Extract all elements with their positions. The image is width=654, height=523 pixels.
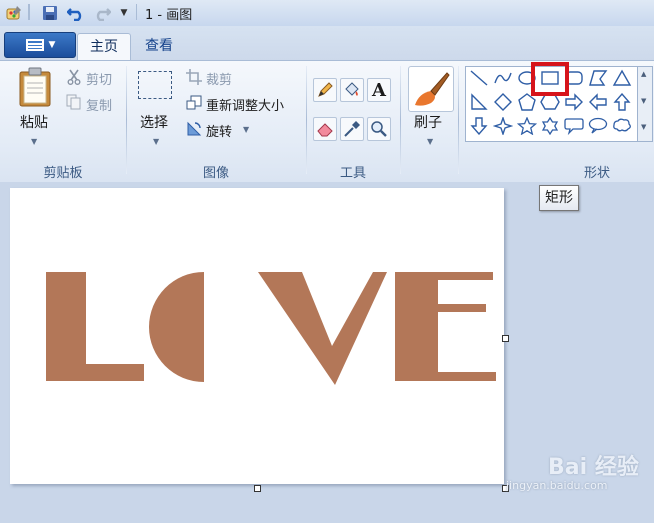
- clipboard-group-label: 剪贴板: [43, 166, 83, 181]
- group-divider: [306, 66, 307, 174]
- expand-gallery-icon[interactable]: ▼: [641, 123, 646, 131]
- rounded-callout-shape-icon[interactable]: [563, 116, 585, 136]
- save-icon[interactable]: [40, 4, 60, 22]
- shape-tooltip: 矩形: [539, 185, 579, 211]
- group-divider: [400, 66, 401, 174]
- triangle-shape-icon[interactable]: [611, 68, 633, 88]
- paste-button[interactable]: [18, 67, 52, 111]
- chevron-down-icon[interactable]: ▼: [31, 137, 37, 146]
- toolbar-divider: [28, 4, 30, 20]
- resize-button[interactable]: 重新调整大小: [206, 95, 284, 114]
- chevron-down-icon[interactable]: ▼: [153, 137, 159, 146]
- fill-bucket-icon[interactable]: [340, 78, 364, 102]
- customize-toolbar-icon[interactable]: ▼: [118, 4, 130, 22]
- cloud-callout-shape-icon[interactable]: [611, 116, 633, 136]
- curve-shape-icon[interactable]: [492, 68, 514, 88]
- watermark-brand: Bai 经验: [548, 455, 639, 480]
- group-divider: [458, 66, 459, 174]
- chevron-down-icon[interactable]: ▼: [243, 125, 249, 134]
- rectangle-highlight-box: [531, 62, 569, 96]
- right-triangle-shape-icon[interactable]: [468, 92, 490, 112]
- cut-button[interactable]: 剪切: [86, 69, 112, 88]
- rotate-button[interactable]: 旋转: [206, 121, 232, 140]
- window-title: 1 - 画图: [145, 8, 193, 23]
- letter-l: [46, 272, 144, 381]
- copy-icon: [66, 94, 82, 114]
- color-picker-icon[interactable]: [340, 117, 364, 141]
- letter-o-left: [149, 272, 204, 382]
- resize-handle-bottom[interactable]: [254, 485, 261, 492]
- chevron-down-icon[interactable]: ▼: [427, 137, 433, 146]
- image-group-label: 图像: [202, 166, 229, 181]
- undo-icon[interactable]: [66, 4, 86, 22]
- clipboard-icon: [19, 67, 51, 107]
- letter-v: [258, 272, 387, 385]
- scissors-icon: [66, 69, 82, 89]
- love-artwork: [46, 272, 496, 385]
- pencil-icon[interactable]: [313, 78, 337, 102]
- redo-icon[interactable]: [92, 4, 112, 22]
- scroll-down-icon[interactable]: ▼: [641, 97, 646, 105]
- magnifier-icon[interactable]: [367, 117, 391, 141]
- brushes-label[interactable]: 刷子: [414, 112, 442, 132]
- left-arrow-shape-icon[interactable]: [587, 92, 609, 112]
- shapes-group-label: 形状: [583, 166, 610, 181]
- down-arrow-shape-icon[interactable]: [468, 116, 490, 136]
- scroll-up-icon[interactable]: ▲: [641, 70, 646, 78]
- letter-e: [395, 272, 496, 381]
- polygon-shape-icon[interactable]: [587, 68, 609, 88]
- line-shape-icon[interactable]: [468, 68, 490, 88]
- text-tool-icon[interactable]: A: [367, 78, 391, 102]
- resize-handle-right[interactable]: [502, 335, 509, 342]
- drawing-canvas[interactable]: [10, 188, 504, 484]
- select-icon[interactable]: [138, 71, 172, 99]
- resize-icon: [186, 95, 202, 115]
- shapes-scrollbar[interactable]: ▲ ▼ ▼: [637, 66, 653, 142]
- paint-menu-button[interactable]: ▼: [4, 32, 76, 58]
- crop-button[interactable]: 裁剪: [206, 69, 232, 88]
- brush-icon[interactable]: [408, 66, 454, 112]
- menu-icon: [25, 39, 44, 51]
- paste-label[interactable]: 粘贴: [20, 112, 48, 132]
- select-label[interactable]: 选择: [140, 112, 168, 132]
- chevron-down-icon: ▼: [48, 40, 56, 50]
- diamond-shape-icon[interactable]: [492, 92, 514, 112]
- watermark-url: jingyan.baidu.com: [506, 479, 608, 492]
- letter-o-right: [204, 272, 259, 382]
- four-point-star-shape-icon[interactable]: [492, 116, 514, 136]
- five-point-star-shape-icon[interactable]: [516, 116, 538, 136]
- up-arrow-shape-icon[interactable]: [611, 92, 633, 112]
- tab-view[interactable]: 查看: [133, 33, 185, 60]
- toolbar-divider: [136, 4, 137, 20]
- tools-group-label: 工具: [339, 166, 366, 181]
- six-point-star-shape-icon[interactable]: [539, 116, 561, 136]
- title-bar: ▼ 1 - 画图: [0, 0, 654, 27]
- tab-home[interactable]: 主页: [77, 33, 131, 61]
- oval-callout-shape-icon[interactable]: [587, 116, 609, 136]
- paint-app-icon[interactable]: [4, 4, 24, 22]
- copy-button[interactable]: 复制: [86, 95, 112, 114]
- watermark: Bai 经验 jingyan.baidu.com: [498, 449, 654, 497]
- rotate-icon: [186, 121, 202, 141]
- crop-icon: [186, 69, 202, 89]
- group-divider: [126, 66, 127, 174]
- eraser-icon[interactable]: [313, 117, 337, 141]
